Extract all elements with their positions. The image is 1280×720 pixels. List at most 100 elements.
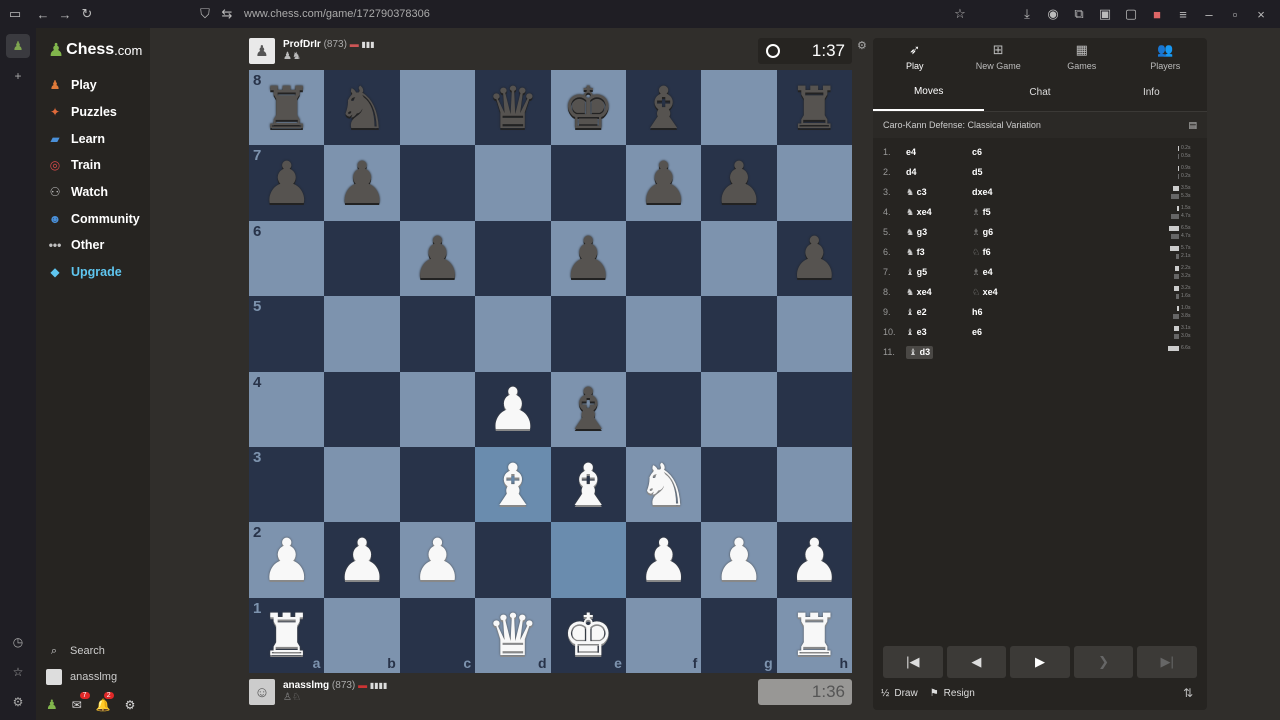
white-move[interactable]: ♞ c3 xyxy=(906,187,972,198)
square-g7[interactable]: ♟ xyxy=(701,145,777,221)
square-g3[interactable] xyxy=(701,446,777,523)
address-bar[interactable]: www.chess.com/game/172790378306 xyxy=(244,8,430,20)
shield-icon[interactable]: ⛉ xyxy=(194,3,216,25)
black-rook-icon[interactable]: ♜ xyxy=(261,79,313,137)
square-f1[interactable]: f xyxy=(625,597,702,673)
black-move[interactable]: c6 xyxy=(972,147,1032,157)
history-icon[interactable]: ◷ xyxy=(6,630,30,654)
square-g5[interactable] xyxy=(701,296,777,372)
last-move-button[interactable]: ▶| xyxy=(1137,646,1197,678)
bookmark-star-icon[interactable]: ☆ xyxy=(949,3,971,25)
black-move[interactable]: ♗ f5 xyxy=(972,207,1032,218)
square-d6[interactable] xyxy=(475,220,551,297)
white-pawn-icon[interactable]: ♟ xyxy=(713,531,765,589)
nav-item-puzzles[interactable]: ✦ Puzzles xyxy=(36,99,150,126)
black-king-icon[interactable]: ♚ xyxy=(562,79,614,137)
square-b1[interactable]: b xyxy=(324,597,400,673)
square-a8[interactable]: 8 ♜ xyxy=(249,70,325,146)
square-a2[interactable]: 2 ♟ xyxy=(249,522,325,598)
notifications-icon[interactable]: 🔔 2 xyxy=(96,692,114,712)
black-pawn-icon[interactable]: ♟ xyxy=(638,154,690,212)
opponent-avatar[interactable]: ♟ xyxy=(249,38,275,64)
square-g8[interactable] xyxy=(701,70,777,146)
close-icon[interactable]: × xyxy=(1250,3,1272,25)
minimize-icon[interactable]: – xyxy=(1198,3,1220,25)
square-d5[interactable] xyxy=(475,296,551,372)
square-f7[interactable]: ♟ xyxy=(625,145,702,221)
square-e1[interactable]: e ♚ xyxy=(550,597,626,673)
square-d8[interactable]: ♛ xyxy=(475,70,551,146)
white-move[interactable]: ♞ xe4 xyxy=(906,207,972,218)
add-tab-icon[interactable]: + xyxy=(6,64,30,88)
square-e5[interactable] xyxy=(550,296,626,372)
reload-icon[interactable]: ↻ xyxy=(76,3,98,25)
square-h2[interactable]: ♟ xyxy=(776,522,852,598)
black-queen-icon[interactable]: ♛ xyxy=(487,79,539,137)
square-h3[interactable] xyxy=(776,446,852,523)
tabs-icon[interactable]: ▢ xyxy=(1120,3,1142,25)
square-f2[interactable]: ♟ xyxy=(625,522,702,598)
black-pawn-icon[interactable]: ♟ xyxy=(411,229,463,287)
nav-item-learn[interactable]: ▰ Learn xyxy=(36,125,150,152)
previous-move-button[interactable]: ◀ xyxy=(946,646,1007,678)
square-h6[interactable]: ♟ xyxy=(776,220,852,297)
subtab-moves[interactable]: Moves xyxy=(873,74,985,111)
chess-tab-icon[interactable]: ♟ xyxy=(6,34,30,58)
sidebar-toggle-icon[interactable]: ▭ xyxy=(4,3,26,25)
square-d2[interactable] xyxy=(475,522,551,598)
white-move[interactable]: ♝ d3 xyxy=(906,345,934,359)
square-c5[interactable] xyxy=(399,296,476,372)
black-move[interactable]: ♗ g6 xyxy=(972,227,1032,238)
square-c6[interactable]: ♟ xyxy=(399,220,476,297)
square-c2[interactable]: ♟ xyxy=(399,522,476,598)
panel-tab-games[interactable]: ▦ Games xyxy=(1040,38,1124,74)
white-knight-icon[interactable]: ♞ xyxy=(638,456,690,514)
white-move[interactable]: ♞ f3 xyxy=(906,247,972,258)
black-bishop-icon[interactable]: ♝ xyxy=(638,79,690,137)
square-b3[interactable] xyxy=(324,446,400,523)
search-button[interactable]: ⌕ Search xyxy=(36,638,150,664)
black-move[interactable]: dxe4 xyxy=(972,187,1032,197)
square-h4[interactable] xyxy=(776,371,852,447)
nav-item-other[interactable]: ••• Other xyxy=(36,232,150,259)
white-pawn-icon[interactable]: ♟ xyxy=(487,380,539,438)
chess-board[interactable]: 8 ♜ ♞ ♛ ♚ ♝ ♜ 7 ♟ ♟ ♟ ♟ 6 ♟ ♟ ♟ 5 4 ♟ ♝ 3 ♝ ♝ ♞ 2 ♟ ♟ ♟ ♟ ♟ ♟ 1 a ♜ b c d ♛ e ♚… xyxy=(249,70,852,673)
square-b4[interactable] xyxy=(324,371,400,447)
white-rook-icon[interactable]: ♜ xyxy=(261,606,313,664)
restore-icon[interactable]: ▫ xyxy=(1224,3,1246,25)
next-move-button[interactable]: ❯ xyxy=(1073,646,1134,678)
nav-item-upgrade[interactable]: ◆ Upgrade xyxy=(36,259,150,286)
square-a1[interactable]: 1 a ♜ xyxy=(249,597,325,673)
user-profile-link[interactable]: anasslmg xyxy=(36,664,150,690)
black-move[interactable]: e6 xyxy=(972,327,1032,337)
player-avatar[interactable]: ☺ xyxy=(249,679,275,705)
square-b5[interactable] xyxy=(324,296,400,372)
extension-icon[interactable]: ■ xyxy=(1146,3,1168,25)
square-f4[interactable] xyxy=(625,371,702,447)
square-e4[interactable]: ♝ xyxy=(550,371,626,447)
opening-book-icon[interactable]: ▤ xyxy=(1188,120,1197,131)
panel-tab-play[interactable]: ➶ Play xyxy=(873,38,957,74)
extensions-icon[interactable]: ⧉ xyxy=(1068,3,1090,25)
white-queen-icon[interactable]: ♛ xyxy=(487,606,539,664)
nav-item-train[interactable]: ◎ Train xyxy=(36,152,150,179)
board-settings-icon[interactable]: ⚙ xyxy=(857,39,867,52)
opponent-name[interactable]: ProfDrIr xyxy=(283,39,321,50)
white-rook-icon[interactable]: ♜ xyxy=(788,606,840,664)
square-b8[interactable]: ♞ xyxy=(324,70,400,146)
square-b7[interactable]: ♟ xyxy=(324,145,400,221)
square-g6[interactable] xyxy=(701,220,777,297)
white-bishop-icon[interactable]: ♝ xyxy=(487,456,539,514)
nav-item-play[interactable]: ♟ Play xyxy=(36,72,150,99)
square-d4[interactable]: ♟ xyxy=(475,371,551,447)
square-b2[interactable]: ♟ xyxy=(324,522,400,598)
square-a6[interactable]: 6 xyxy=(249,220,325,297)
draw-button[interactable]: ½ Draw xyxy=(881,688,918,699)
black-knight-icon[interactable]: ♞ xyxy=(336,79,388,137)
black-move[interactable]: ♗ e4 xyxy=(972,267,1032,278)
white-move[interactable]: ♝ e3 xyxy=(906,327,972,338)
opening-name[interactable]: Caro-Kann Defense: Classical Variation xyxy=(883,120,1041,130)
friends-icon[interactable]: ♟ xyxy=(46,697,58,713)
square-a7[interactable]: 7 ♟ xyxy=(249,145,325,221)
first-move-button[interactable]: |◀ xyxy=(883,646,943,678)
